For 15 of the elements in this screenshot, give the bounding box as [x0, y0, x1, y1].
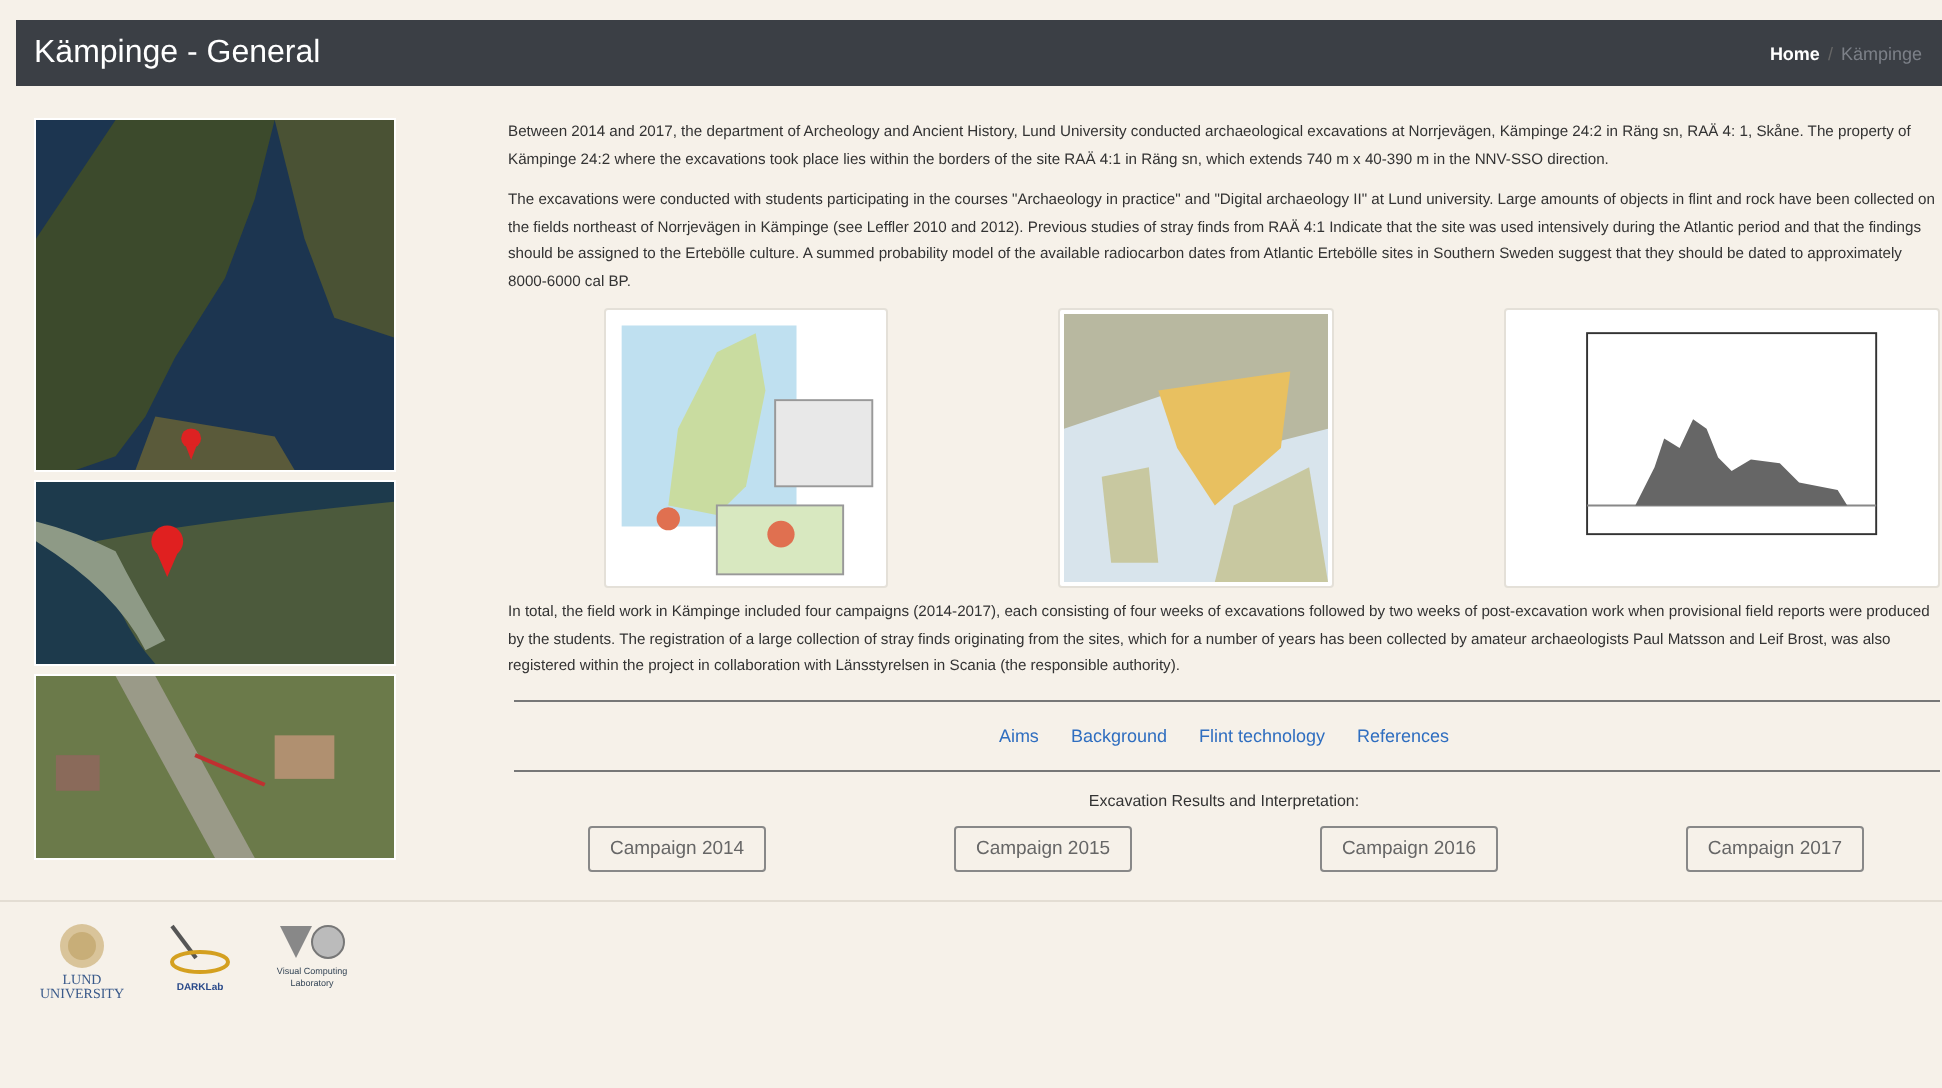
campaign-button[interactable]: Campaign 2017 [1685, 825, 1864, 871]
section-heading: Excavation Results and Interpretation: [1086, 791, 1362, 809]
breadcrumb-separator: / [1827, 43, 1833, 63]
section-link[interactable]: Background [1070, 725, 1167, 745]
breadcrumb-current: Kämpinge [1840, 43, 1922, 63]
campaign-button[interactable]: Campaign 2015 [953, 825, 1133, 871]
section-link[interactable]: Flint technology [1198, 725, 1326, 745]
cone-sphere-icon [276, 921, 348, 961]
seal-icon [56, 921, 108, 969]
campaign-button[interactable]: Campaign 2016 [1319, 825, 1499, 871]
section-link[interactable]: Aims [998, 725, 1039, 745]
campaign-button[interactable]: Campaign 2014 [588, 825, 767, 871]
section-link[interactable]: References [1357, 725, 1450, 745]
breadcrumb-link[interactable]: Home [1769, 43, 1820, 63]
page-title: Kämpinge - General [34, 35, 321, 71]
